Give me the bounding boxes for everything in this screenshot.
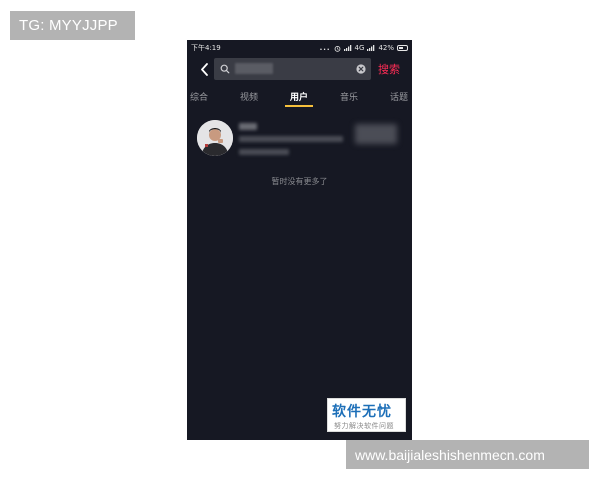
avatar[interactable] <box>197 120 233 156</box>
tab-users[interactable]: 用户 <box>290 90 308 103</box>
search-input[interactable]: 加 <box>214 58 371 80</box>
tab-comprehensive[interactable]: 综合 <box>190 90 208 103</box>
signal-icon <box>343 45 351 51</box>
alarm-icon <box>334 45 340 52</box>
status-time: 下午4:19 <box>191 44 221 52</box>
search-button[interactable]: 搜索 <box>378 61 400 77</box>
tab-video[interactable]: 视频 <box>240 90 258 103</box>
battery-icon <box>397 45 408 51</box>
tg-overlay-label: TG: MYYJJPP <box>10 11 135 40</box>
tab-topics[interactable]: 话题 <box>390 90 408 103</box>
search-icon <box>220 64 230 74</box>
phone-screen: 下午4:19 ... 4G 42% 搜索 综合 视频 用户 音乐 话题 暂时没有… <box>187 40 412 440</box>
chevron-left-icon[interactable] <box>197 61 211 77</box>
user-info: 2M <box>239 136 343 142</box>
follow-button[interactable] <box>355 124 397 144</box>
clear-icon[interactable] <box>356 64 366 74</box>
status-bar: 下午4:19 ... 4G 42% <box>187 40 412 56</box>
url-overlay-label: www.baijialeshishenmecn.com <box>346 440 589 469</box>
watermark-logo: 软件无忧 努力解决软件问题 <box>327 398 406 432</box>
user-name: 加 <box>239 123 257 130</box>
watermark-subtitle: 努力解决软件问题 <box>334 422 394 430</box>
signal-icon-2 <box>367 45 375 51</box>
battery-percent: 42% <box>378 44 394 52</box>
user-result-row[interactable]: 加 2M <box>195 120 405 160</box>
no-more-results-text: 暂时没有更多了 <box>271 177 328 186</box>
category-tabs: 综合 视频 用户 音乐 话题 <box>187 87 412 109</box>
network-type: 4G <box>354 44 365 52</box>
active-tab-indicator <box>285 105 313 107</box>
tab-music[interactable]: 音乐 <box>340 90 358 103</box>
status-indicators: ... 4G 42% <box>320 44 408 52</box>
search-header: 加 搜索 <box>187 56 412 82</box>
notification-dots: ... <box>319 44 331 52</box>
watermark-title: 软件无忧 <box>332 404 392 420</box>
user-meta <box>239 149 289 155</box>
search-query-value: 加 <box>235 63 273 74</box>
